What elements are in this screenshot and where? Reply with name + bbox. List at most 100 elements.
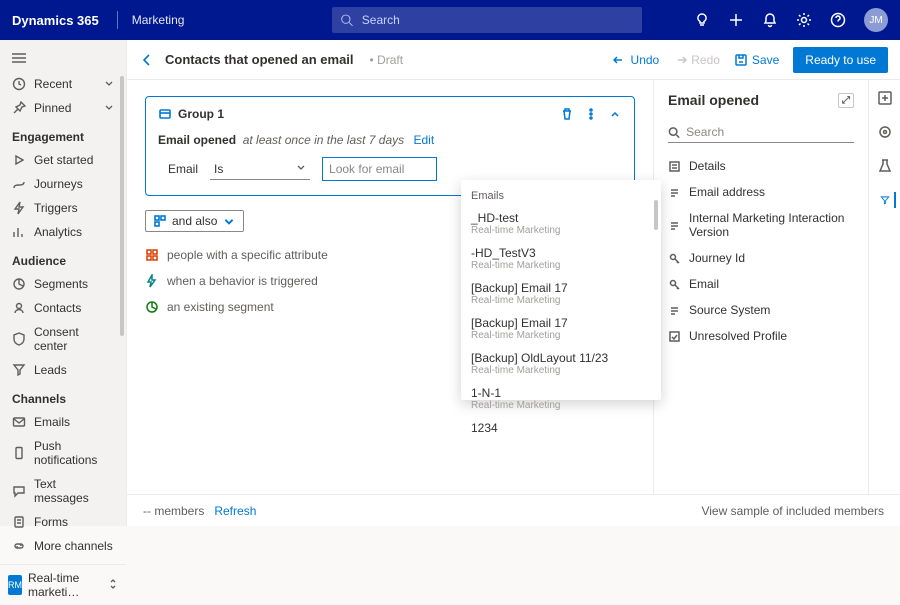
nav-section-engagement: Engagement bbox=[0, 120, 126, 148]
canvas: Group 1 Email opened at least once in th… bbox=[127, 80, 653, 494]
attr-interaction-version[interactable]: Internal Marketing Interaction Version bbox=[668, 205, 854, 245]
left-nav: Recent Pinned Engagement Get started Jou… bbox=[0, 40, 127, 526]
nav-section-audience: Audience bbox=[0, 244, 126, 272]
text-icon bbox=[668, 304, 681, 317]
delete-group-button[interactable] bbox=[560, 107, 574, 121]
attr-journey-id[interactable]: Journey Id bbox=[668, 245, 854, 271]
text-icon bbox=[668, 186, 681, 199]
search-icon bbox=[668, 126, 680, 139]
edit-condition-link[interactable]: Edit bbox=[413, 133, 434, 147]
collapse-group-button[interactable] bbox=[608, 107, 622, 121]
save-icon bbox=[734, 53, 748, 67]
attr-unresolved-profile[interactable]: Unresolved Profile bbox=[668, 323, 854, 349]
topbar-actions: JM bbox=[694, 8, 900, 32]
avatar[interactable]: JM bbox=[864, 8, 888, 32]
mail-icon bbox=[12, 415, 26, 429]
nav-label: Segments bbox=[34, 277, 88, 291]
clock-icon bbox=[12, 77, 26, 91]
area-badge: RM bbox=[8, 575, 22, 595]
dropdown-scrollbar-thumb[interactable] bbox=[654, 200, 658, 230]
dropdown-item[interactable]: [Backup] OldLayout 11/23Real-time Market… bbox=[461, 346, 661, 381]
back-button[interactable] bbox=[139, 52, 155, 68]
nav-label: Recent bbox=[34, 77, 72, 91]
nav-scrollbar-thumb[interactable] bbox=[120, 76, 124, 336]
area-label: Real-time marketi… bbox=[28, 571, 102, 599]
dropdown-item[interactable]: 1-N-1Real-time Marketing bbox=[461, 381, 661, 416]
nav-leads[interactable]: Leads bbox=[0, 358, 126, 382]
nav-text[interactable]: Text messages bbox=[0, 472, 126, 510]
global-search-input[interactable] bbox=[354, 13, 635, 27]
dropdown-item[interactable]: [Backup] Email 17Real-time Marketing bbox=[461, 311, 661, 346]
nav-triggers[interactable]: Triggers bbox=[0, 196, 126, 220]
details-icon bbox=[668, 160, 681, 173]
and-also-button[interactable]: and also bbox=[145, 210, 244, 232]
group-title: Group 1 bbox=[178, 107, 224, 121]
nav-push[interactable]: Push notifications bbox=[0, 434, 126, 472]
attr-email-address[interactable]: Email address bbox=[668, 179, 854, 205]
attr-email[interactable]: Email bbox=[668, 271, 854, 297]
checkbox-icon bbox=[668, 330, 681, 343]
rail-filter-icon[interactable] bbox=[880, 192, 896, 208]
key-icon bbox=[668, 278, 681, 291]
panel-expand-icon[interactable]: ⤢ bbox=[838, 93, 854, 108]
area-switcher[interactable]: RM Real-time marketi… bbox=[0, 564, 126, 605]
nav-journeys[interactable]: Journeys bbox=[0, 172, 126, 196]
panel-search-input[interactable] bbox=[680, 125, 854, 139]
content-row: Group 1 Email opened at least once in th… bbox=[127, 80, 900, 494]
save-button[interactable]: Save bbox=[734, 53, 779, 67]
segment-icon bbox=[145, 300, 159, 314]
nav-label: Emails bbox=[34, 415, 70, 429]
nav-forms[interactable]: Forms bbox=[0, 510, 126, 534]
nav-get-started[interactable]: Get started bbox=[0, 148, 126, 172]
topbar: Dynamics 365 Marketing JM bbox=[0, 0, 900, 40]
rail-settings-icon[interactable] bbox=[877, 124, 893, 140]
refresh-link[interactable]: Refresh bbox=[214, 504, 256, 518]
email-lookup-input[interactable] bbox=[322, 157, 437, 181]
rail-add-icon[interactable] bbox=[877, 90, 893, 106]
behavior-icon bbox=[145, 274, 159, 288]
page-title: Contacts that opened an email bbox=[165, 52, 354, 67]
form-icon bbox=[12, 515, 26, 529]
text-icon bbox=[668, 219, 681, 232]
nav-label: Leads bbox=[34, 363, 67, 377]
more-actions-button[interactable] bbox=[584, 107, 598, 121]
attr-details[interactable]: Details bbox=[668, 153, 854, 179]
nav-label: Journeys bbox=[34, 177, 83, 191]
undo-button[interactable]: Undo bbox=[613, 53, 660, 67]
panel-search[interactable] bbox=[668, 122, 854, 143]
global-search[interactable] bbox=[332, 7, 642, 33]
nav-emails[interactable]: Emails bbox=[0, 410, 126, 434]
help-icon[interactable] bbox=[830, 12, 846, 28]
plus-icon[interactable] bbox=[728, 12, 744, 28]
row-label: Email bbox=[168, 162, 198, 176]
gear-icon[interactable] bbox=[796, 12, 812, 28]
search-icon bbox=[340, 13, 353, 27]
nav-consent-center[interactable]: Consent center bbox=[0, 320, 126, 358]
nav-pinned[interactable]: Pinned bbox=[0, 96, 126, 120]
nav-recent[interactable]: Recent bbox=[0, 72, 126, 96]
attribute-icon bbox=[145, 248, 159, 262]
nav-label: Triggers bbox=[34, 201, 78, 215]
nav-label: Contacts bbox=[34, 301, 81, 315]
nav-section-channels: Channels bbox=[0, 382, 126, 410]
lightbulb-icon[interactable] bbox=[694, 12, 710, 28]
dropdown-item[interactable]: [Backup] Email 17Real-time Marketing bbox=[461, 276, 661, 311]
bell-icon[interactable] bbox=[762, 12, 778, 28]
operator-select[interactable]: Is bbox=[210, 159, 310, 180]
condition-summary: Email opened at least once in the last 7… bbox=[158, 133, 622, 147]
nav-segments[interactable]: Segments bbox=[0, 272, 126, 296]
nav-analytics[interactable]: Analytics bbox=[0, 220, 126, 244]
nav-contacts[interactable]: Contacts bbox=[0, 296, 126, 320]
members-count: -- members bbox=[143, 504, 204, 518]
dropdown-item[interactable]: _HD-testReal-time Marketing bbox=[461, 206, 661, 241]
dropdown-item[interactable]: -HD_TestV3Real-time Marketing bbox=[461, 241, 661, 276]
dropdown-item[interactable]: 1234 bbox=[461, 416, 661, 440]
rail-flask-icon[interactable] bbox=[877, 158, 893, 174]
attr-source-system[interactable]: Source System bbox=[668, 297, 854, 323]
nav-more-channels[interactable]: More channels bbox=[0, 534, 126, 558]
dropdown-header: Emails bbox=[461, 186, 661, 206]
view-sample-link[interactable]: View sample of included members bbox=[701, 504, 884, 518]
ready-to-use-button[interactable]: Ready to use bbox=[793, 47, 888, 73]
hamburger-icon[interactable] bbox=[0, 46, 126, 72]
chevron-updown-icon bbox=[108, 578, 118, 593]
